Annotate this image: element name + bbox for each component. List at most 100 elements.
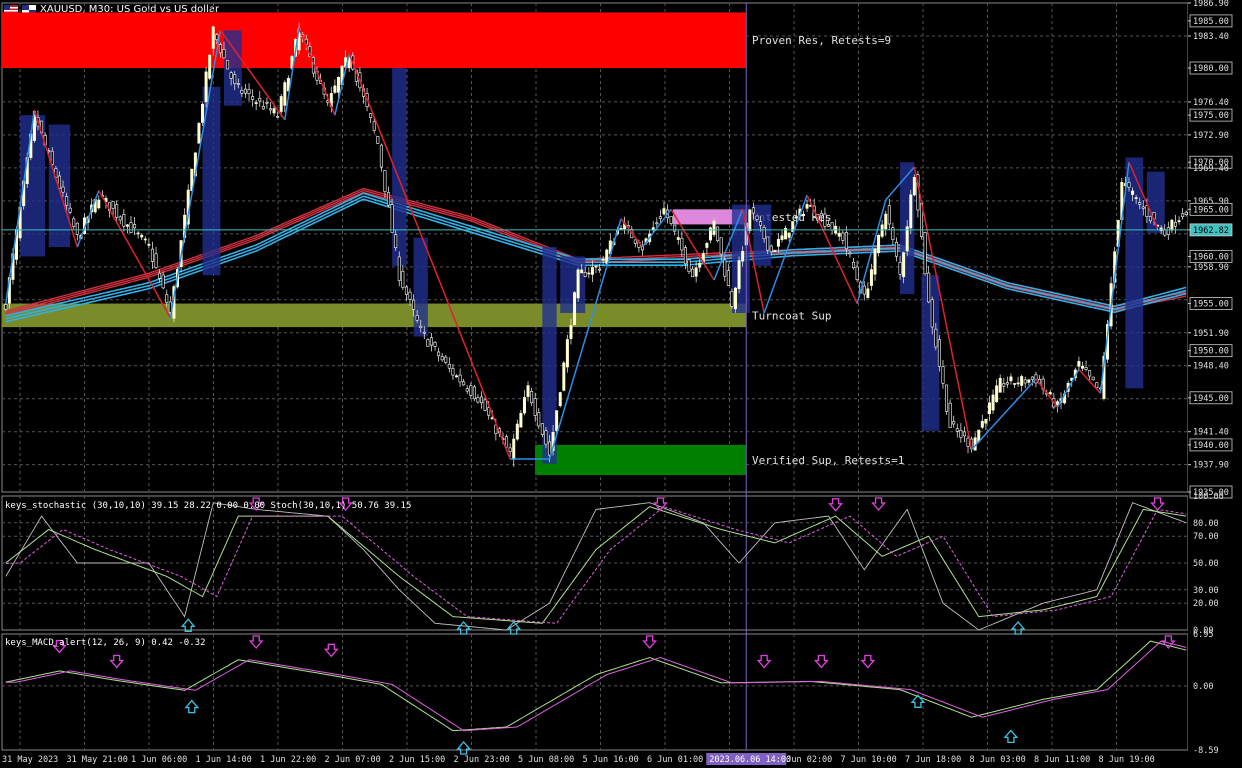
candle-body: [877, 235, 881, 254]
candle-body: [519, 412, 523, 428]
candle-body: [451, 368, 455, 376]
price-tick-label: 1941.40: [1193, 428, 1229, 438]
candle-body: [780, 235, 784, 240]
candle-body: [408, 291, 412, 300]
candle-body: [569, 325, 573, 340]
candle-body: [1020, 376, 1024, 386]
time-axis[interactable]: 31 May 2023 31 May 21:00 1 Jun 06:00 1 Jun …: [2, 753, 1155, 765]
candle-body: [680, 237, 684, 251]
candle-body: [454, 375, 458, 378]
price-tick-label: 1980.00: [1193, 64, 1229, 74]
candle-body: [1134, 197, 1138, 199]
candle-body: [734, 287, 738, 310]
candle-body: [1095, 382, 1099, 389]
ma-blue-line: [5, 192, 1187, 317]
candle-body: [716, 226, 720, 242]
time-tick-label: 7 Jun 18:00: [905, 755, 961, 765]
candle-body: [1048, 392, 1052, 395]
candle-body: [75, 222, 79, 235]
trend-box: [1125, 157, 1144, 389]
candle-body: [862, 285, 866, 295]
candle-body: [844, 232, 848, 250]
crosshair-time-label: 2023.06.06 14:00: [709, 755, 791, 765]
candle-body: [97, 199, 101, 209]
candle-body: [1023, 379, 1027, 384]
candle-body: [887, 205, 891, 225]
candle-body: [987, 402, 991, 415]
arrow-up-icon: [1010, 621, 1026, 635]
arrow-down-icon: [248, 635, 264, 649]
price-tick-label: 1976.40: [1193, 98, 1229, 108]
price-tick-label: 1969.40: [1193, 164, 1229, 174]
time-tick-label: 6 Jun 01:00: [647, 755, 703, 765]
candle-body: [208, 54, 212, 79]
zigzag-segment: [76, 190, 100, 248]
candle-body: [1080, 365, 1084, 369]
candle-body: [669, 216, 673, 224]
candle-body: [533, 398, 537, 416]
candle-body: [258, 97, 262, 102]
price-tick-label: 1945.00: [1193, 394, 1229, 404]
time-tick-label: 7 Jun 10:00: [841, 755, 897, 765]
zigzag-segment: [1056, 369, 1080, 408]
price-tick-label: 1965.00: [1193, 205, 1229, 215]
candle-body: [748, 209, 752, 232]
candle-body: [912, 177, 916, 196]
candle-body: [1013, 383, 1017, 385]
candle-body: [1163, 229, 1167, 236]
candle-body: [222, 49, 226, 59]
candle-body: [633, 239, 637, 244]
candle-body: [952, 421, 956, 425]
candle-body: [526, 385, 530, 397]
candle-body: [401, 270, 405, 288]
candle-body: [998, 377, 1002, 393]
candle-body: [426, 339, 430, 347]
candle-body: [873, 248, 877, 275]
candle-body: [147, 244, 151, 246]
candle-body: [462, 381, 466, 386]
stoch-tick-label: 80.00: [1193, 519, 1219, 529]
arrow-down-icon: [871, 497, 886, 511]
candle-body: [140, 235, 144, 238]
macd-label: keys_MACD_alert(12, 26, 9) 0.42 -0.32: [5, 638, 205, 648]
candle-body: [1145, 205, 1149, 217]
time-tick-label: 5 Jun 16:00: [583, 755, 639, 765]
candle-body: [923, 232, 927, 275]
time-tick-label: 31 May 2023: [2, 755, 58, 765]
time-tick-label: 1 Jun 06:00: [131, 755, 187, 765]
arrow-up-icon: [456, 621, 472, 635]
arrow-down-icon: [323, 643, 339, 658]
candle-body: [233, 74, 237, 85]
arrow-down-icon: [1150, 497, 1166, 511]
candle-body: [369, 113, 373, 118]
candle-body: [776, 238, 780, 247]
candles: [4, 22, 1188, 467]
candle-body: [394, 234, 398, 249]
candle-body: [419, 325, 423, 329]
candle-body: [959, 429, 963, 438]
candle-body: [755, 215, 759, 220]
macd-panel[interactable]: 6.95 0.00 -8.59: [5, 630, 1219, 756]
time-tick-label: 8 Jun 03:00: [970, 755, 1026, 765]
candle-body: [1088, 370, 1092, 377]
candle-body: [766, 236, 770, 251]
candle-body: [762, 227, 766, 240]
price-axis[interactable]: 1986.90 1985.00 1983.40 1980.00 1976.40 1975.…: [1188, 0, 1242, 768]
candle-body: [894, 241, 898, 257]
candle-body: [691, 268, 695, 278]
candle-body: [601, 258, 605, 261]
candle-body: [211, 26, 215, 49]
candle-body: [204, 71, 208, 103]
candle-body: [1009, 376, 1013, 382]
candle-body: [576, 269, 580, 299]
chart-canvas[interactable]: Proven Res, Retests=9Untested ResTurncoa…: [0, 0, 1242, 768]
candle-body: [480, 396, 484, 404]
candle-body: [655, 222, 659, 225]
candle-body: [236, 83, 240, 85]
price-tick-label: 1958.90: [1193, 263, 1229, 273]
candle-body: [1077, 361, 1081, 367]
arrow-up-icon: [910, 694, 926, 708]
stochastic-panel[interactable]: 100.0080.0070.0050.0030.0020.000.00: [5, 492, 1224, 636]
candle-body: [1173, 222, 1177, 227]
candle-body: [726, 270, 730, 286]
